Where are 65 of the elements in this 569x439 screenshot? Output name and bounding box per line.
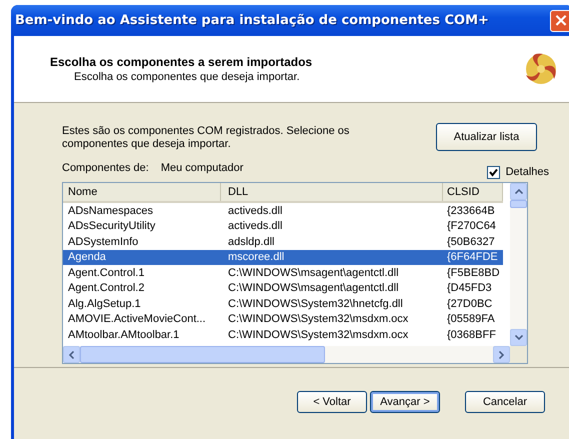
column-header[interactable]: Nome (63, 183, 221, 201)
table-cell-text: ADSystemInfo (67, 236, 140, 248)
table-row[interactable]: Agent.Control.2 C:\WINDOWS\msagent\agentctl.dll {D45FD3 (63, 280, 503, 296)
vertical-scrollbar[interactable] (510, 183, 527, 346)
wizard-button[interactable]: < Voltar (297, 391, 367, 413)
table-cell-text: adsldp.dll (227, 236, 276, 248)
window-title: Bem-vindo ao Assistente para instalação de componentes COM+ (15, 13, 489, 28)
column-header[interactable]: DLL (221, 183, 443, 201)
table-row[interactable]: Agent.Control.1 C:\WINDOWS\msagent\agentctl.dll {F5BE8BD (63, 265, 503, 280)
column-header[interactable]: CLSID (443, 183, 503, 201)
table-cell-text: Agenda (67, 251, 107, 264)
table-row[interactable]: ADsSecurityUtility activeds.dll {F270C64 (63, 218, 503, 234)
table-cell-text: {6F64FDE (446, 251, 499, 264)
checkmark-icon (488, 168, 498, 176)
table-cell-text: mscoree.dll (227, 251, 286, 264)
table-cell-text: {233664B (446, 204, 496, 217)
table-cell-text: {D45FD3 (446, 282, 493, 294)
intro-text: Estes são os componentes COM registrados. Selecione os componentes que deseja importar. (62, 125, 350, 151)
table-cell-text: {F270C64 (446, 220, 497, 232)
table-cell-text: AMtoolbar.AMtoolbar.1 (67, 328, 180, 341)
wizard-button[interactable]: Cancelar (465, 391, 545, 413)
source-label: Componentes de: (62, 162, 149, 174)
up-chevron-icon (514, 189, 522, 194)
table-cell-text: C:\WINDOWS\System32\msdxm.ocx (227, 313, 410, 326)
table-cell-text: {27D0BC (446, 298, 494, 310)
details-checkbox[interactable]: Detalhes (486, 166, 549, 178)
right-chevron-icon (499, 350, 504, 358)
table-cell-text: C:\WINDOWS\System32\hnetcfg.dll (227, 298, 404, 310)
table-cell-text: ADsNamespaces (67, 204, 154, 217)
source-value: Meu computador (160, 162, 244, 174)
wizard-button[interactable]: Avançar > (370, 391, 440, 413)
table-cell-text: C:\WINDOWS\System32\msdxm.ocx (227, 328, 410, 341)
table-cell-text: {0368BFF (446, 328, 497, 341)
horizontal-scrollbar[interactable] (63, 346, 527, 363)
scrollbar-corner (510, 346, 527, 363)
refresh-button[interactable]: Atualizar lista (436, 123, 537, 151)
table-cell-text: Agent.Control.2 (67, 282, 146, 294)
scroll-up-button[interactable] (510, 183, 527, 200)
scroll-right-button[interactable] (493, 346, 510, 363)
page-subtitle: Escolha os componentes que deseja importar. (73, 71, 301, 83)
table-cell-text: {F5BE8BD (446, 266, 501, 279)
page-title: Escolha os componentes a serem importados (50, 55, 312, 69)
scroll-thumb[interactable] (80, 346, 325, 363)
table-row[interactable]: Agenda mscoree.dll {6F64FDE (63, 250, 503, 265)
table-cell-text: ADsSecurityUtility (67, 220, 156, 232)
table-cell-text: {05589FA (446, 313, 496, 326)
close-button[interactable]: × (550, 10, 569, 32)
table-cell-text: Agent.Control.1 (67, 266, 146, 279)
scroll-thumb[interactable] (510, 200, 527, 208)
table-cell-text: AMOVIE.ActiveMovieCont... (67, 313, 207, 326)
table-cell-text: Alg.AlgSetup.1 (67, 298, 142, 310)
scroll-down-button[interactable] (510, 329, 527, 346)
table-cell-text: activeds.dll (227, 220, 284, 232)
table-row[interactable]: AMOVIE.ActiveMovieCont... C:\WINDOWS\System32\msdxm.ocx {05589FA (63, 312, 503, 327)
table-cell-text: C:\WINDOWS\msagent\agentctl.dll (227, 282, 400, 294)
table-row[interactable]: AMtoolbar.AMtoolbar.1 C:\WINDOWS\System32\msdxm.ocx {0368BFF (63, 327, 503, 342)
table-cell-text: C:\WINDOWS\msagent\agentctl.dll (227, 266, 400, 279)
table-cell-text: {50B6327 (446, 236, 496, 248)
table-cell-text: activeds.dll (227, 204, 284, 217)
table-row[interactable]: Alg.AlgSetup.1 C:\WINDOWS\System32\hnetcfg.dll {27D0BC (63, 296, 503, 312)
left-chevron-icon (69, 350, 74, 358)
table-row[interactable]: ADsNamespaces activeds.dll {233664B (63, 203, 503, 218)
down-chevron-icon (514, 335, 522, 340)
scroll-left-button[interactable] (63, 346, 80, 363)
table-row[interactable]: ADSystemInfo adsldp.dll {50B6327 (63, 234, 503, 250)
